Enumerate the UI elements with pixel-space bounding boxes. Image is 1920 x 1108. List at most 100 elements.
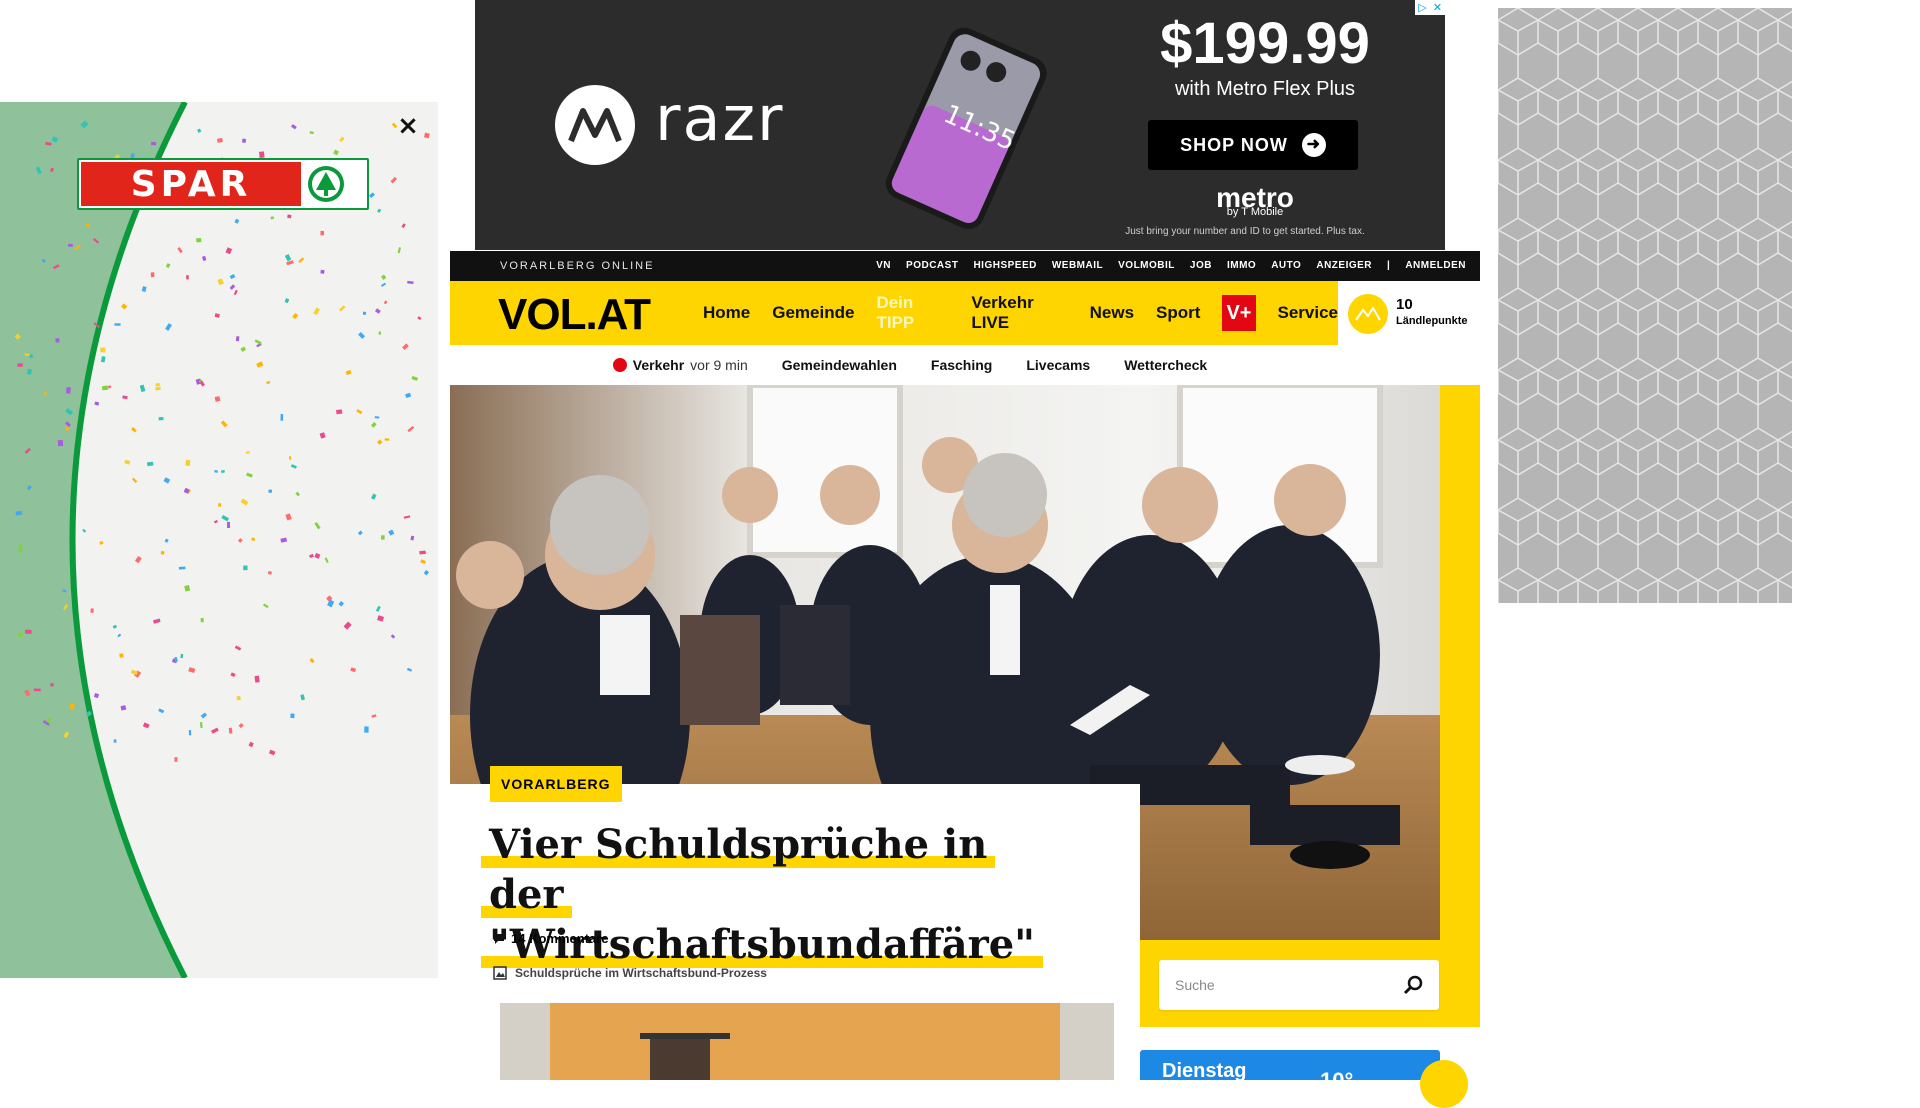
confetti-piece [343, 621, 352, 630]
confetti-piece [320, 269, 325, 274]
confetti-piece [119, 653, 124, 658]
nav-item-dein-tipp[interactable]: Dein TIPP [876, 293, 949, 333]
confetti-piece [254, 339, 262, 345]
utility-link-volmobil[interactable]: VOLMOBIL [1118, 260, 1175, 271]
confetti-piece [218, 503, 222, 507]
confetti-piece [216, 137, 223, 143]
comments-count: 14 Kommentare [511, 931, 609, 946]
confetti-piece [374, 416, 380, 419]
subnav-gemeindewahlen[interactable]: Gemeindewahlen [782, 357, 897, 373]
laendlepunkte-widget[interactable]: 10 Ländlepunkte [1338, 281, 1480, 345]
utility-link-vn[interactable]: VN [876, 260, 891, 271]
confetti-piece [371, 493, 377, 500]
ad-subtitle: with Metro Flex Plus [1174, 78, 1356, 100]
confetti-piece [200, 712, 208, 719]
nav-item-sport[interactable]: Sport [1156, 303, 1200, 323]
confetti-piece [122, 395, 128, 400]
confetti-piece [228, 727, 233, 734]
confetti-piece [314, 552, 321, 559]
right-sidebar-ad[interactable] [1498, 8, 1792, 603]
confetti-piece [309, 131, 314, 135]
ad-info-icon[interactable]: ▷ [1415, 0, 1430, 15]
weather-day: Dienstag [1162, 1060, 1247, 1080]
confetti-piece [284, 298, 290, 304]
subnav-fasching[interactable]: Fasching [931, 357, 992, 373]
confetti-piece [160, 550, 165, 555]
ad-close-icon[interactable]: ✕ [1430, 0, 1445, 15]
confetti-piece [286, 260, 294, 266]
login-link[interactable]: ANMELDEN [1405, 260, 1466, 271]
confetti-piece [174, 757, 178, 762]
confetti-piece [364, 726, 369, 733]
comments-link[interactable]: 14 Kommentare [493, 931, 609, 946]
utility-link-anzeiger[interactable]: ANZEIGER [1316, 260, 1372, 271]
confetti-piece [267, 570, 272, 575]
weather-widget[interactable]: Dienstag 10° [1140, 1050, 1440, 1080]
confetti-piece [251, 537, 256, 542]
confetti-piece [114, 323, 121, 326]
utility-link-immo[interactable]: IMMO [1227, 260, 1256, 271]
top-banner-ad[interactable]: ▷ ✕ razr 11:35 $199.99 with Metro Flex P… [475, 0, 1445, 250]
subnav-wettercheck[interactable]: Wettercheck [1124, 357, 1207, 373]
traffic-live-link[interactable]: Verkehr vor 9 min [612, 357, 748, 373]
confetti-piece [227, 521, 231, 529]
confetti-piece [377, 208, 382, 213]
arrow-right-icon: ➜ [1301, 133, 1326, 157]
confetti-piece [155, 383, 160, 387]
nav-item-gemeinde[interactable]: Gemeinde [772, 303, 854, 323]
nav-item-verkehr-live[interactable]: Verkehr LIVE [971, 293, 1067, 333]
article-headline[interactable]: Vier Schuldsprüche in der "Wirtschaftsbu… [481, 820, 1044, 970]
spar-logo[interactable]: SPAR [77, 158, 369, 210]
close-icon[interactable]: × [396, 113, 420, 139]
search-icon[interactable] [1403, 975, 1423, 995]
confetti-piece [262, 603, 269, 609]
utility-link-webmail[interactable]: WEBMAIL [1052, 260, 1103, 271]
comment-icon [494, 933, 504, 944]
subnav-livecams[interactable]: Livecams [1026, 357, 1090, 373]
confetti-piece [309, 553, 314, 559]
confetti-piece [220, 420, 228, 428]
nav-item-service[interactable]: Service [1278, 303, 1339, 323]
search-input[interactable] [1175, 977, 1403, 993]
vplus-button[interactable]: V+ [1222, 295, 1256, 331]
utility-link-podcast[interactable]: PODCAST [906, 260, 958, 271]
confetti-piece [390, 176, 397, 184]
utility-link-highspeed[interactable]: HIGHSPEED [973, 260, 1036, 271]
confetti-piece [256, 361, 264, 368]
spar-ad-panel[interactable]: SPAR × [0, 102, 438, 978]
gallery-link[interactable]: Schuldsprüche im Wirtschaftsbund-Prozess [493, 966, 767, 980]
confetti-piece [295, 491, 301, 497]
confetti-piece [165, 263, 171, 269]
confetti-piece [266, 380, 271, 385]
nav-item-news[interactable]: News [1090, 303, 1134, 323]
confetti-piece [411, 375, 419, 381]
nav-item-home[interactable]: Home [703, 303, 750, 323]
utility-link-auto[interactable]: AUTO [1271, 260, 1301, 271]
confetti-piece [397, 247, 402, 254]
confetti-piece [25, 629, 32, 634]
confetti-piece [419, 550, 426, 555]
utility-link-job[interactable]: JOB [1190, 260, 1212, 271]
category-badge[interactable]: VORARLBERG [490, 766, 622, 802]
confetti-piece [139, 384, 146, 393]
confetti-piece [268, 489, 273, 493]
main-navigation: VOL.AT Home Gemeinde Dein TIPP Verkehr L… [450, 281, 1338, 345]
confetti-piece [164, 538, 169, 543]
confetti-piece [240, 346, 246, 352]
site-logo[interactable]: VOL.AT [498, 290, 651, 340]
confetti-piece [142, 722, 150, 729]
shop-now-button[interactable]: SHOP NOW ➜ [1148, 120, 1358, 170]
hero-yellow-frame-right [1440, 385, 1480, 1027]
ad-choices-badges[interactable]: ▷ ✕ [1415, 0, 1445, 15]
confetti-piece [237, 538, 243, 543]
metro-sub: by T Mobile [1226, 206, 1284, 218]
article-thumbnail[interactable] [500, 1003, 1114, 1080]
confetti-piece [112, 624, 118, 629]
confetti-piece [420, 559, 426, 564]
confetti-piece [338, 601, 344, 607]
confetti-piece [180, 653, 184, 659]
confetti-piece [407, 280, 414, 285]
search-box[interactable] [1159, 960, 1439, 1010]
confetti-piece [406, 667, 413, 672]
phone-image: 11:35 [885, 27, 1047, 230]
